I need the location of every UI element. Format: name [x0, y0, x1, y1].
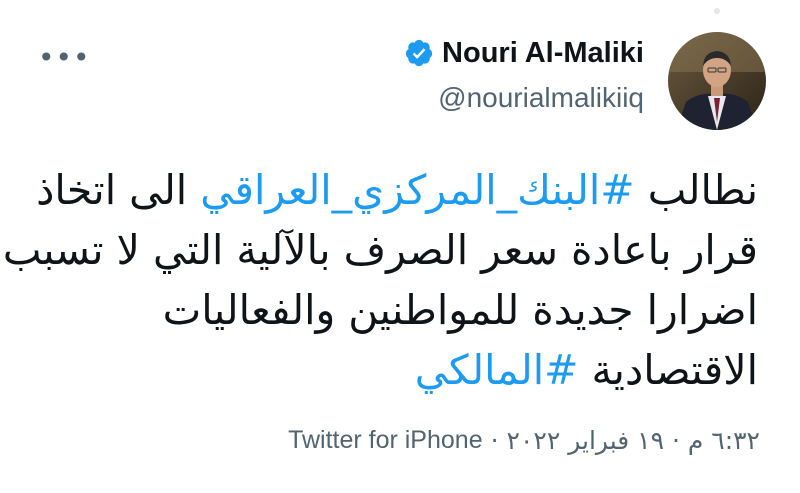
tweet-text-segment: الى اتخاذ [36, 166, 201, 214]
tweet-source-link[interactable]: Twitter for iPhone [288, 426, 483, 455]
tweet-text: نطالب #البنك_المركزي_العراقي الى اتخاذ ق… [2, 160, 758, 400]
hashtag-link[interactable]: #البنك_المركزي_العراقي [200, 166, 634, 214]
tweet-line: الاقتصادية #المالكي [28, 340, 758, 400]
tweet-line: قرار باعادة سعر الصرف بالآلية التي لا تس… [2, 226, 758, 274]
hashtag-link[interactable]: #المالكي [415, 346, 579, 394]
profile-photo-icon [668, 32, 766, 130]
tweet-timestamp[interactable]: ٦:٣٢ م · ١٩ فبراير ٢٠٢٢ [507, 426, 760, 455]
verified-badge-icon [404, 38, 434, 68]
author-name-row[interactable]: Nouri Al-Maliki [404, 38, 644, 68]
more-options-button[interactable]: ••• [38, 44, 91, 72]
author-name: Nouri Al-Maliki [442, 36, 644, 69]
avatar[interactable] [668, 32, 766, 130]
tweet-text-segment: نطالب [634, 166, 758, 214]
tweet-line: نطالب #البنك_المركزي_العراقي الى اتخاذ [28, 160, 758, 220]
tweet-meta: Twitter for iPhone · ٦:٣٢ م · ١٩ فبراير … [288, 426, 760, 455]
tweet-line: اضرارا جديدة للمواطنين والفعاليات [162, 286, 758, 334]
tweet-text-segment: الاقتصادية [578, 346, 758, 394]
corner-mark [714, 8, 720, 14]
author-handle[interactable]: @nourialmalikiiq [438, 84, 644, 112]
meta-separator: · [490, 426, 499, 455]
